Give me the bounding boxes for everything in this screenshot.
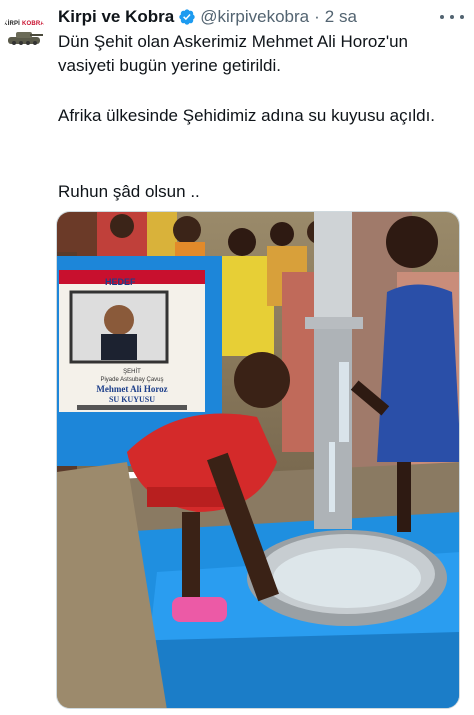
tweet-header: Kirpi ve Kobra @kirpivekobra · 2 sa: [58, 6, 357, 28]
timestamp[interactable]: 2 sa: [325, 7, 357, 27]
more-options-icon[interactable]: [440, 8, 464, 26]
plaque-line-4: SU KUYUSU: [109, 395, 155, 404]
avatar[interactable]: KİRPİ KOBRA: [2, 12, 46, 56]
tweet-paragraph-1: Dün Şehit olan Askerimiz Mehmet Ali Horo…: [58, 32, 409, 75]
avatar-logo-b: KOBRA: [21, 21, 45, 27]
tweet: KİRPİ KOBRA Kirpi ve Kobra @kirpivekobra…: [0, 0, 474, 715]
more-dot: [460, 15, 464, 19]
plaque-top-text: HEDEF: [105, 277, 136, 287]
tweet-paragraph-2: Afrika ülkesinde Şehidimiz adına su kuyu…: [58, 106, 436, 125]
avatar-logo-text: KİRPİ KOBRA: [3, 21, 45, 27]
verified-badge-icon: [179, 9, 195, 25]
water-basin: [247, 530, 447, 626]
water-well-photo: HEDEF ŞEHİT Piyade Astsubay Çavuş Mehmet…: [57, 212, 459, 708]
plaque-line-2: Piyade Astsubay Çavuş: [100, 377, 163, 383]
more-dot: [450, 15, 454, 19]
plaque-line-3: Mehmet Ali Horoz: [96, 384, 167, 394]
display-name[interactable]: Kirpi ve Kobra: [58, 7, 174, 27]
handle[interactable]: @kirpivekobra: [200, 7, 309, 27]
more-dot: [440, 15, 444, 19]
tweet-photo[interactable]: HEDEF ŞEHİT Piyade Astsubay Çavuş Mehmet…: [56, 211, 460, 709]
tank-logo-icon: [8, 32, 43, 45]
tweet-paragraph-3: Ruhun şâd olsun ..: [58, 182, 200, 201]
separator-dot: ·: [314, 7, 320, 26]
avatar-logo-a: KİRPİ: [3, 21, 21, 27]
plaque-line-1: ŞEHİT: [123, 368, 141, 375]
